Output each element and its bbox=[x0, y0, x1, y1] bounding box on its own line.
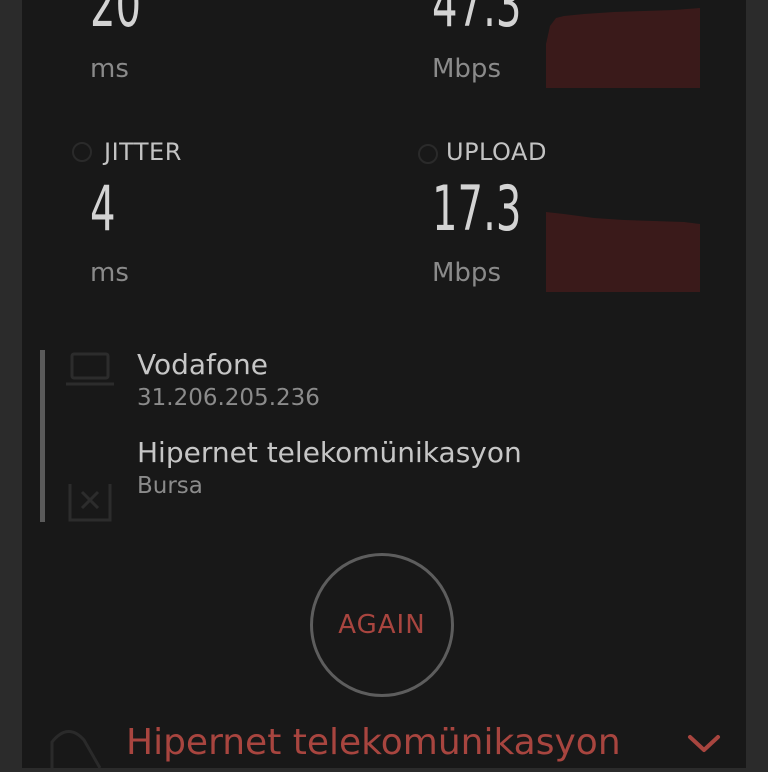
jitter-label: JITTER bbox=[104, 138, 182, 166]
upload-value: 17.3 bbox=[432, 172, 522, 245]
ping-value: 20 bbox=[90, 0, 142, 41]
server-selector-icon bbox=[48, 722, 104, 772]
laptop-icon bbox=[66, 350, 114, 394]
download-unit: Mbps bbox=[432, 54, 501, 84]
again-button-label: AGAIN bbox=[338, 610, 426, 640]
jitter-value: 4 bbox=[90, 172, 116, 245]
upload-icon bbox=[416, 142, 440, 170]
server-location: Bursa bbox=[137, 473, 203, 499]
globe-icon bbox=[64, 476, 116, 528]
chevron-down-icon[interactable] bbox=[686, 733, 722, 759]
server-name: Hipernet telekomünikasyon bbox=[137, 436, 522, 469]
upload-unit: Mbps bbox=[432, 258, 501, 288]
again-button[interactable]: AGAIN bbox=[310, 553, 454, 697]
ip-address: 31.206.205.236 bbox=[137, 385, 320, 411]
download-value: 47.3 bbox=[432, 0, 522, 41]
download-sparkline bbox=[546, 8, 700, 88]
ping-unit: ms bbox=[90, 54, 129, 84]
upload-label: UPLOAD bbox=[446, 138, 547, 166]
jitter-unit: ms bbox=[90, 258, 129, 288]
server-selector[interactable]: Hipernet telekomünikasyon bbox=[126, 722, 621, 763]
provider-name: Vodafone bbox=[137, 348, 269, 381]
connection-divider bbox=[40, 350, 45, 522]
jitter-icon bbox=[70, 140, 94, 168]
upload-sparkline bbox=[546, 212, 700, 292]
